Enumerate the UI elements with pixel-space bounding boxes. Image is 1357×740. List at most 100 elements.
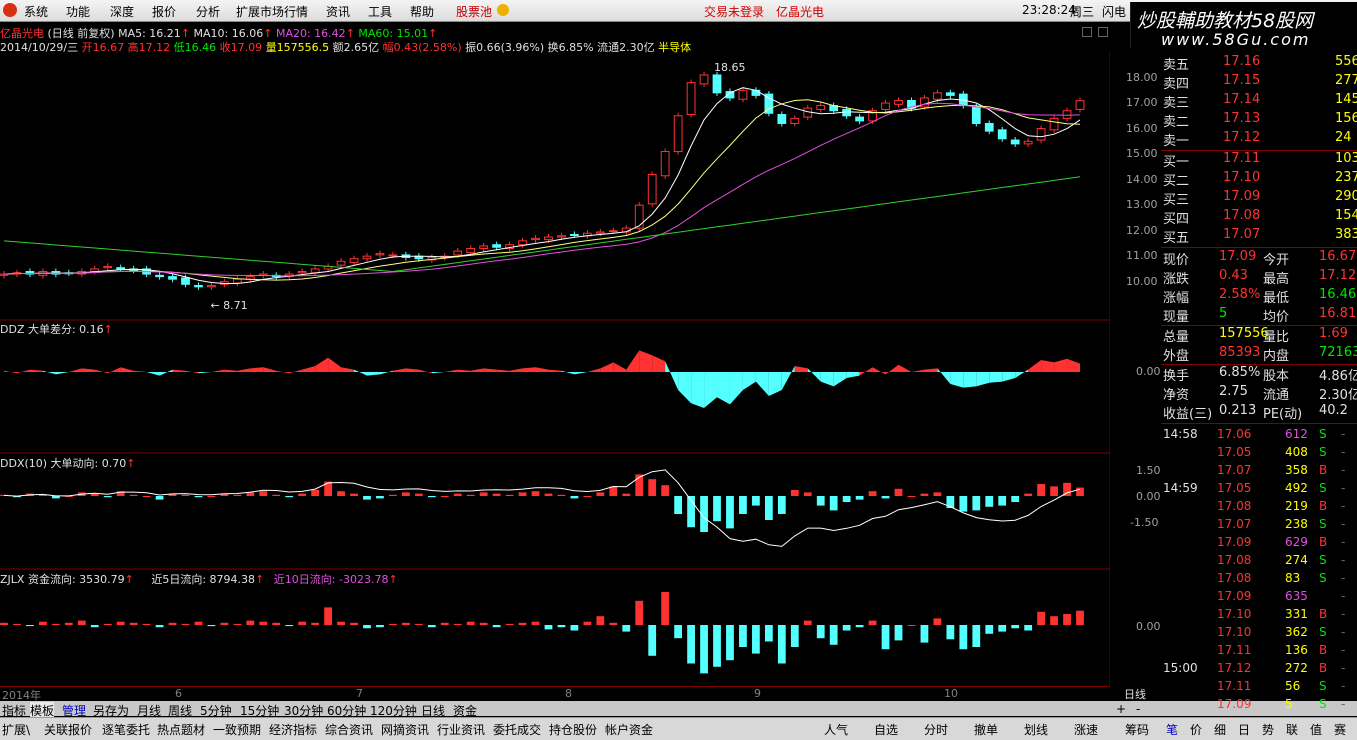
zjlx-bar	[570, 625, 579, 631]
kline-chart[interactable]: 18.65 ← 8.71	[0, 52, 1110, 686]
ddx-bar	[155, 496, 164, 500]
tab-economic[interactable]: 经济指标	[269, 721, 317, 738]
tab-value[interactable]: 值	[1310, 721, 1322, 738]
tab-cancel-order[interactable]: 撤单	[974, 721, 998, 738]
ddx-bar	[933, 492, 942, 496]
menu-quote[interactable]: 报价	[152, 3, 176, 20]
price-tick: 14.00	[1126, 172, 1158, 186]
tab-web-digest[interactable]: 网摘资讯	[381, 721, 429, 738]
ddx-bar	[829, 496, 838, 511]
stat-value-2: 17.12	[1319, 268, 1357, 283]
tab-speed[interactable]: 涨速	[1074, 721, 1098, 738]
bid-volume: 103	[1335, 151, 1357, 166]
tab-draw-line[interactable]: 划线	[1024, 721, 1048, 738]
stat-value: 6.85%	[1219, 365, 1261, 380]
tab-related-quote[interactable]: 关联报价	[44, 721, 92, 738]
ddx-bar	[350, 493, 358, 496]
bid-row[interactable]: 买五 17.07 383	[1161, 227, 1357, 246]
tick-side: B	[1319, 499, 1328, 513]
zjlx-bar	[868, 620, 877, 625]
flash-button[interactable]: 闪电	[1102, 3, 1126, 20]
stat-value-2: 16.81	[1319, 306, 1357, 321]
pane-maximize-icon[interactable]	[1098, 27, 1108, 37]
tab-account-fund[interactable]: 帐户资金	[605, 721, 653, 738]
ddx-line	[3, 469, 1081, 547]
stock-pool-button[interactable]: 股票池	[456, 3, 492, 20]
menu-function[interactable]: 功能	[66, 3, 90, 20]
bid-row[interactable]: 买二 17.10 237	[1161, 170, 1357, 189]
menu-extended-market[interactable]: 扩展市场行情	[236, 3, 308, 20]
tab-consensus[interactable]: 一致预期	[213, 721, 261, 738]
zjlx-bar	[77, 620, 86, 625]
zjlx-bar	[39, 621, 47, 625]
candle-body	[842, 108, 852, 117]
tab-watchlist[interactable]: 自选	[874, 721, 898, 738]
zjlx-10day: 近10日流向: -3023.78	[273, 573, 389, 586]
menu-help[interactable]: 帮助	[410, 3, 434, 20]
candle-body	[388, 254, 398, 257]
tab-positions[interactable]: 持仓股份	[549, 721, 597, 738]
ask-row[interactable]: 卖四 17.15 277	[1161, 73, 1357, 92]
price-tick: 18.00	[1126, 70, 1158, 84]
zoom-plus-button[interactable]: +	[1116, 702, 1126, 716]
ddx-bar	[816, 496, 825, 506]
zjlx-bar	[881, 625, 890, 650]
pane-restore-icon[interactable]	[1082, 27, 1092, 37]
ask-label: 卖二	[1163, 115, 1190, 130]
tab-chips[interactable]: 筹码	[1125, 721, 1149, 738]
zjlx-bar	[220, 622, 229, 625]
bid-row[interactable]: 买一 17.11 103	[1161, 151, 1357, 170]
ask-row[interactable]: 卖五 17.16 556	[1161, 54, 1357, 73]
zjlx-bar	[298, 621, 307, 625]
ddx-bar	[427, 496, 436, 498]
tab-price[interactable]: 价	[1190, 721, 1202, 738]
candle-body	[1036, 128, 1046, 141]
ddx-tick-2: 0.00	[1136, 490, 1161, 503]
ddx-bar	[777, 496, 786, 514]
zjlx-bar	[285, 625, 294, 627]
bid-row[interactable]: 买四 17.08 154	[1161, 208, 1357, 227]
tab-detail[interactable]: 细	[1214, 721, 1226, 738]
ddz-zero-tick: 0.00	[1136, 365, 1161, 378]
ddx-bar	[233, 494, 242, 496]
ddx-bar	[609, 486, 618, 496]
tick-row: 17.09 629 B -	[1217, 535, 1346, 549]
tick-price: 17.08	[1217, 571, 1252, 585]
candle-body	[738, 89, 748, 100]
tab-order-detail[interactable]: 逐笔委托	[102, 721, 150, 738]
tab-hot-topics[interactable]: 热点题材	[157, 721, 205, 738]
ddz-area	[133, 370, 147, 372]
ddx-tick-1: 1.50	[1136, 464, 1161, 477]
tab-trend[interactable]: 势	[1262, 721, 1274, 738]
menu-tools[interactable]: 工具	[368, 3, 392, 20]
menu-system[interactable]: 系统	[24, 3, 48, 20]
tab-extend[interactable]: 扩展\	[2, 721, 30, 738]
tab-link[interactable]: 联	[1286, 721, 1298, 738]
ddx-bar	[959, 496, 968, 512]
stock-pool-dropdown-icon[interactable]	[497, 4, 509, 16]
ddz-area	[146, 372, 160, 376]
ask-row[interactable]: 卖一 17.12 24	[1161, 130, 1357, 149]
ask-row[interactable]: 卖二 17.13 156	[1161, 111, 1357, 130]
bid-row[interactable]: 买三 17.09 290	[1161, 189, 1357, 208]
tab-race[interactable]: 赛	[1334, 721, 1346, 738]
ask-price: 17.14	[1223, 92, 1261, 107]
tab-trade-fill[interactable]: 委托成交	[493, 721, 541, 738]
menu-depth[interactable]: 深度	[110, 3, 134, 20]
tab-ticks[interactable]: 笔	[1166, 721, 1178, 738]
ddz-area	[755, 372, 769, 396]
tab-popularity[interactable]: 人气	[824, 721, 848, 738]
trade-status[interactable]: 交易未登录	[704, 3, 764, 20]
menu-analysis[interactable]: 分析	[196, 3, 220, 20]
stat-row: 总量 157556 量比 1.69	[1161, 326, 1357, 345]
ask-row[interactable]: 卖三 17.14 145	[1161, 92, 1357, 111]
ask-price: 17.15	[1223, 73, 1261, 88]
tick-volume: 272	[1285, 661, 1308, 675]
tab-intraday[interactable]: 分时	[924, 721, 948, 738]
tab-day[interactable]: 日	[1238, 721, 1250, 738]
zoom-minus-button[interactable]: -	[1136, 702, 1140, 716]
menu-info[interactable]: 资讯	[326, 3, 350, 20]
tab-general-info[interactable]: 综合资讯	[325, 721, 373, 738]
tab-industry-info[interactable]: 行业资讯	[437, 721, 485, 738]
candle-body	[945, 92, 955, 96]
